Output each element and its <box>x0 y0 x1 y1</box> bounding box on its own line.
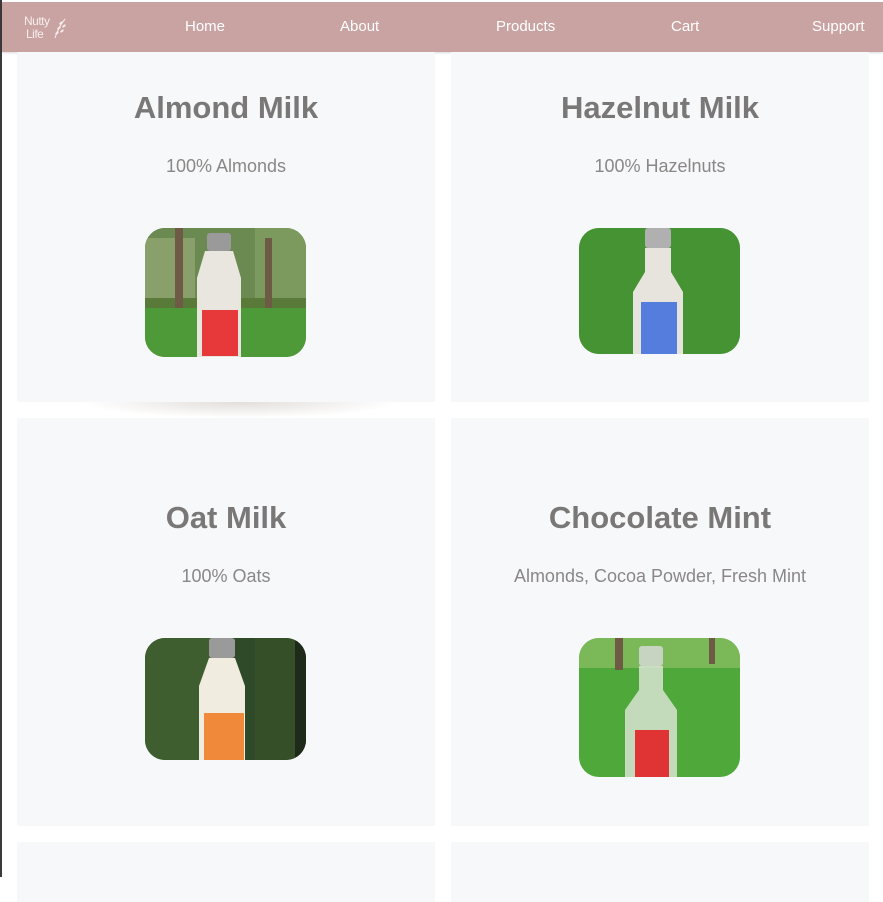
navbar: Nutty Life Home About Products Cart Supp… <box>2 2 883 52</box>
product-card-oat-milk[interactable]: Oat Milk 100% Oats <box>17 418 435 826</box>
nutty-life-logo[interactable]: Nutty Life <box>24 14 70 44</box>
product-ingredients: 100% Oats <box>181 566 271 586</box>
oat-milk-bottle-image <box>145 638 306 760</box>
card-shadow <box>80 402 400 418</box>
nav-support-link[interactable]: Support <box>812 18 865 35</box>
hazelnut-milk-bottle-image <box>579 228 740 354</box>
product-title: Chocolate Mint <box>548 500 772 535</box>
product-title: Almond Milk <box>133 90 319 125</box>
nav-about-link[interactable]: About <box>340 18 379 35</box>
window-edge <box>0 0 2 877</box>
product-card-partial-left[interactable] <box>17 842 435 902</box>
logo-text-line1: Nutty <box>24 14 50 28</box>
nav-cart-link[interactable]: Cart <box>671 18 699 35</box>
leaf-sprig-icon <box>54 18 66 39</box>
almond-milk-bottle-image <box>145 228 306 357</box>
product-ingredients: Almonds, Cocoa Powder, Fresh Mint <box>513 566 807 586</box>
product-card-chocolate-mint[interactable]: Chocolate Mint Almonds, Cocoa Powder, Fr… <box>451 418 869 826</box>
product-title: Oat Milk <box>165 500 287 535</box>
logo-text-line2: Life <box>26 27 44 41</box>
nav-home-link[interactable]: Home <box>185 18 225 35</box>
product-card-almond-milk[interactable]: Almond Milk 100% Almonds <box>17 52 435 402</box>
product-card-hazelnut-milk[interactable]: Hazelnut Milk 100% Hazelnuts <box>451 52 869 402</box>
product-title: Hazelnut Milk <box>560 90 760 125</box>
product-card-partial-right[interactable] <box>451 842 869 902</box>
nav-products-link[interactable]: Products <box>496 18 555 35</box>
product-ingredients: 100% Hazelnuts <box>594 156 726 176</box>
product-ingredients: 100% Almonds <box>165 156 287 176</box>
chocolate-mint-bottle-image <box>579 638 740 777</box>
